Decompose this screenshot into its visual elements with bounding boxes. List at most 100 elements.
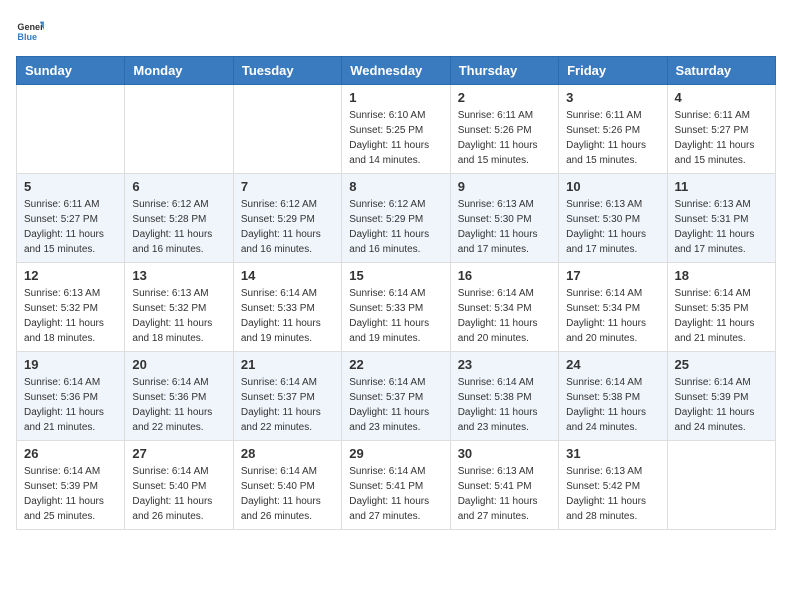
daylight-text: Daylight: 11 hours and 23 minutes. <box>349 407 429 433</box>
day-number: 27 <box>132 446 225 461</box>
sunrise-text: Sunrise: 6:14 AM <box>349 377 425 388</box>
day-info: Sunrise: 6:13 AM Sunset: 5:31 PM Dayligh… <box>675 197 768 257</box>
calendar-cell: 21 Sunrise: 6:14 AM Sunset: 5:37 PM Dayl… <box>233 352 341 441</box>
sunset-text: Sunset: 5:42 PM <box>566 481 640 492</box>
sunrise-text: Sunrise: 6:14 AM <box>132 466 208 477</box>
weekday-header-row: SundayMondayTuesdayWednesdayThursdayFrid… <box>17 57 776 85</box>
sunrise-text: Sunrise: 6:14 AM <box>349 466 425 477</box>
calendar-table: SundayMondayTuesdayWednesdayThursdayFrid… <box>16 56 776 530</box>
day-number: 30 <box>458 446 551 461</box>
daylight-text: Daylight: 11 hours and 17 minutes. <box>675 229 755 255</box>
day-number: 1 <box>349 90 442 105</box>
day-number: 4 <box>675 90 768 105</box>
sunset-text: Sunset: 5:26 PM <box>566 125 640 136</box>
day-number: 2 <box>458 90 551 105</box>
sunset-text: Sunset: 5:30 PM <box>566 214 640 225</box>
day-number: 29 <box>349 446 442 461</box>
day-info: Sunrise: 6:14 AM Sunset: 5:37 PM Dayligh… <box>241 375 334 435</box>
calendar-week-5: 26 Sunrise: 6:14 AM Sunset: 5:39 PM Dayl… <box>17 441 776 530</box>
weekday-header-thursday: Thursday <box>450 57 558 85</box>
sunrise-text: Sunrise: 6:13 AM <box>24 288 100 299</box>
calendar-cell: 6 Sunrise: 6:12 AM Sunset: 5:28 PM Dayli… <box>125 174 233 263</box>
sunset-text: Sunset: 5:33 PM <box>241 303 315 314</box>
calendar-cell: 7 Sunrise: 6:12 AM Sunset: 5:29 PM Dayli… <box>233 174 341 263</box>
sunrise-text: Sunrise: 6:13 AM <box>458 199 534 210</box>
day-info: Sunrise: 6:14 AM Sunset: 5:40 PM Dayligh… <box>132 464 225 524</box>
day-number: 3 <box>566 90 659 105</box>
calendar-cell: 24 Sunrise: 6:14 AM Sunset: 5:38 PM Dayl… <box>559 352 667 441</box>
day-number: 14 <box>241 268 334 283</box>
calendar-cell: 31 Sunrise: 6:13 AM Sunset: 5:42 PM Dayl… <box>559 441 667 530</box>
day-info: Sunrise: 6:14 AM Sunset: 5:36 PM Dayligh… <box>24 375 117 435</box>
sunrise-text: Sunrise: 6:13 AM <box>458 466 534 477</box>
sunrise-text: Sunrise: 6:14 AM <box>24 377 100 388</box>
calendar-week-4: 19 Sunrise: 6:14 AM Sunset: 5:36 PM Dayl… <box>17 352 776 441</box>
calendar-cell: 10 Sunrise: 6:13 AM Sunset: 5:30 PM Dayl… <box>559 174 667 263</box>
sunrise-text: Sunrise: 6:14 AM <box>675 288 751 299</box>
sunrise-text: Sunrise: 6:11 AM <box>675 110 750 121</box>
weekday-header-monday: Monday <box>125 57 233 85</box>
day-number: 5 <box>24 179 117 194</box>
day-number: 12 <box>24 268 117 283</box>
calendar-cell: 19 Sunrise: 6:14 AM Sunset: 5:36 PM Dayl… <box>17 352 125 441</box>
daylight-text: Daylight: 11 hours and 15 minutes. <box>24 229 104 255</box>
sunset-text: Sunset: 5:32 PM <box>132 303 206 314</box>
sunset-text: Sunset: 5:32 PM <box>24 303 98 314</box>
day-info: Sunrise: 6:10 AM Sunset: 5:25 PM Dayligh… <box>349 108 442 168</box>
daylight-text: Daylight: 11 hours and 25 minutes. <box>24 496 104 522</box>
day-number: 23 <box>458 357 551 372</box>
sunset-text: Sunset: 5:26 PM <box>458 125 532 136</box>
sunset-text: Sunset: 5:37 PM <box>241 392 315 403</box>
day-number: 8 <box>349 179 442 194</box>
calendar-cell: 15 Sunrise: 6:14 AM Sunset: 5:33 PM Dayl… <box>342 263 450 352</box>
daylight-text: Daylight: 11 hours and 15 minutes. <box>458 140 538 166</box>
day-info: Sunrise: 6:12 AM Sunset: 5:29 PM Dayligh… <box>241 197 334 257</box>
sunrise-text: Sunrise: 6:14 AM <box>458 288 534 299</box>
day-info: Sunrise: 6:14 AM Sunset: 5:34 PM Dayligh… <box>458 286 551 346</box>
day-info: Sunrise: 6:11 AM Sunset: 5:27 PM Dayligh… <box>24 197 117 257</box>
day-number: 22 <box>349 357 442 372</box>
page-header: General Blue <box>16 16 776 44</box>
weekday-header-friday: Friday <box>559 57 667 85</box>
day-number: 26 <box>24 446 117 461</box>
day-number: 6 <box>132 179 225 194</box>
sunrise-text: Sunrise: 6:14 AM <box>241 288 317 299</box>
sunset-text: Sunset: 5:38 PM <box>566 392 640 403</box>
calendar-cell: 3 Sunrise: 6:11 AM Sunset: 5:26 PM Dayli… <box>559 85 667 174</box>
daylight-text: Daylight: 11 hours and 27 minutes. <box>458 496 538 522</box>
day-info: Sunrise: 6:14 AM Sunset: 5:33 PM Dayligh… <box>241 286 334 346</box>
calendar-cell: 5 Sunrise: 6:11 AM Sunset: 5:27 PM Dayli… <box>17 174 125 263</box>
sunrise-text: Sunrise: 6:14 AM <box>566 288 642 299</box>
day-info: Sunrise: 6:13 AM Sunset: 5:32 PM Dayligh… <box>24 286 117 346</box>
day-number: 28 <box>241 446 334 461</box>
sunrise-text: Sunrise: 6:14 AM <box>458 377 534 388</box>
day-info: Sunrise: 6:14 AM Sunset: 5:38 PM Dayligh… <box>458 375 551 435</box>
calendar-cell: 25 Sunrise: 6:14 AM Sunset: 5:39 PM Dayl… <box>667 352 775 441</box>
svg-text:Blue: Blue <box>17 32 37 42</box>
day-info: Sunrise: 6:13 AM Sunset: 5:30 PM Dayligh… <box>458 197 551 257</box>
sunrise-text: Sunrise: 6:14 AM <box>241 377 317 388</box>
daylight-text: Daylight: 11 hours and 23 minutes. <box>458 407 538 433</box>
calendar-cell: 20 Sunrise: 6:14 AM Sunset: 5:36 PM Dayl… <box>125 352 233 441</box>
sunset-text: Sunset: 5:34 PM <box>458 303 532 314</box>
calendar-cell: 17 Sunrise: 6:14 AM Sunset: 5:34 PM Dayl… <box>559 263 667 352</box>
sunset-text: Sunset: 5:34 PM <box>566 303 640 314</box>
day-info: Sunrise: 6:11 AM Sunset: 5:26 PM Dayligh… <box>566 108 659 168</box>
svg-text:General: General <box>17 22 44 32</box>
calendar-week-2: 5 Sunrise: 6:11 AM Sunset: 5:27 PM Dayli… <box>17 174 776 263</box>
sunset-text: Sunset: 5:35 PM <box>675 303 749 314</box>
day-info: Sunrise: 6:14 AM Sunset: 5:35 PM Dayligh… <box>675 286 768 346</box>
day-info: Sunrise: 6:13 AM Sunset: 5:42 PM Dayligh… <box>566 464 659 524</box>
day-number: 9 <box>458 179 551 194</box>
day-info: Sunrise: 6:14 AM Sunset: 5:40 PM Dayligh… <box>241 464 334 524</box>
sunset-text: Sunset: 5:29 PM <box>241 214 315 225</box>
day-info: Sunrise: 6:14 AM Sunset: 5:39 PM Dayligh… <box>675 375 768 435</box>
sunset-text: Sunset: 5:38 PM <box>458 392 532 403</box>
day-number: 19 <box>24 357 117 372</box>
calendar-cell: 4 Sunrise: 6:11 AM Sunset: 5:27 PM Dayli… <box>667 85 775 174</box>
calendar-cell: 16 Sunrise: 6:14 AM Sunset: 5:34 PM Dayl… <box>450 263 558 352</box>
day-info: Sunrise: 6:12 AM Sunset: 5:29 PM Dayligh… <box>349 197 442 257</box>
day-number: 13 <box>132 268 225 283</box>
day-number: 18 <box>675 268 768 283</box>
calendar-cell <box>233 85 341 174</box>
